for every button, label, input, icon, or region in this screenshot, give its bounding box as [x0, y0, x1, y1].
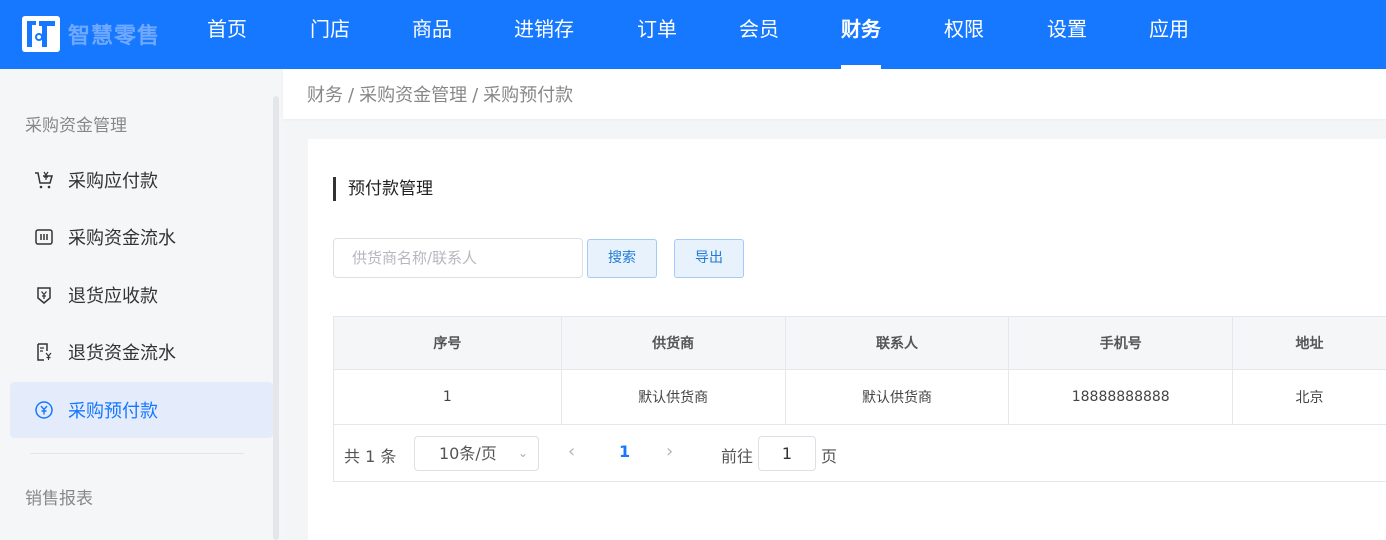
- sidebar-group-title-sales-reports[interactable]: 销售报表: [25, 484, 93, 509]
- goto-label: 前往: [721, 447, 754, 466]
- top-navigation-bar: 智慧零售 首页 门店 商品 进销存 订单 会员 财务 权限 设置 应用: [0, 0, 1386, 69]
- nav-item-finance[interactable]: 财务: [838, 0, 884, 69]
- breadcrumb-item-finance[interactable]: 财务: [307, 85, 343, 106]
- sidebar: 采购资金管理 采购应付款 采购资金流水 退货应收款 退货资金流水 采购预付款 销…: [0, 69, 283, 540]
- breadcrumb-bar: 财务 / 采购资金管理 / 采购预付款: [283, 69, 1386, 119]
- table-header-row: 序号 供货商 联系人 手机号 地址: [334, 317, 1386, 370]
- nav-item-permissions[interactable]: 权限: [941, 0, 987, 69]
- pagination-total: 共 1 条: [344, 447, 397, 466]
- pagination: 共 1 条 10条/页 ⌄ ‹ 1 › 前往 1 页: [333, 425, 1386, 482]
- sidebar-item-label: 退货应收款: [68, 286, 158, 307]
- chevron-right-icon[interactable]: ›: [666, 441, 673, 462]
- breadcrumb: 财务 / 采购资金管理 / 采购预付款: [307, 81, 573, 107]
- sidebar-item-purchase-fund-flow[interactable]: 采购资金流水: [10, 209, 273, 265]
- nav-item-settings[interactable]: 设置: [1044, 0, 1090, 69]
- nav-item-store[interactable]: 门店: [307, 0, 353, 69]
- sidebar-item-return-fund-flow[interactable]: 退货资金流水: [10, 324, 273, 380]
- section-title: 预付款管理: [333, 177, 433, 201]
- cell-phone: 18888888888: [1009, 370, 1234, 424]
- yen-shield-icon: [37, 287, 51, 304]
- chevron-left-icon[interactable]: ‹: [568, 441, 575, 462]
- supplier-search-input[interactable]: [333, 238, 583, 278]
- search-button[interactable]: 搜索: [587, 239, 657, 278]
- breadcrumb-separator: /: [472, 85, 479, 106]
- table-row[interactable]: 1 默认供货商 默认供货商 18888888888 北京: [334, 370, 1386, 425]
- yen-circle-icon: [35, 401, 53, 419]
- prepayment-table: 序号 供货商 联系人 手机号 地址 1 默认供货商 默认供货商 18888888…: [333, 316, 1386, 425]
- cart-icon: [35, 171, 53, 189]
- sidebar-item-label: 退货资金流水: [68, 343, 176, 364]
- ledger-icon: [35, 229, 53, 245]
- sidebar-item-purchase-payables[interactable]: 采购应付款: [10, 152, 273, 208]
- column-header-index: 序号: [334, 317, 562, 369]
- export-button[interactable]: 导出: [674, 239, 744, 278]
- sidebar-group-title-purchase-funds: 采购资金管理: [25, 116, 127, 136]
- sidebar-item-return-receivables[interactable]: 退货应收款: [10, 267, 273, 323]
- page-size-value: 10条/页: [439, 444, 497, 463]
- nav-item-orders[interactable]: 订单: [634, 0, 680, 69]
- logo-mark-icon: [22, 16, 60, 52]
- sidebar-scrollbar[interactable]: [273, 96, 279, 540]
- sidebar-divider: [30, 453, 244, 454]
- column-header-phone: 手机号: [1009, 317, 1234, 369]
- sidebar-item-label: 采购资金流水: [68, 228, 176, 249]
- logo-text: 智慧零售: [68, 23, 161, 49]
- column-header-supplier: 供货商: [562, 317, 786, 369]
- breadcrumb-item-prepayment: 采购预付款: [483, 85, 574, 106]
- sidebar-item-label: 采购应付款: [68, 171, 158, 192]
- breadcrumb-item-purchase-funds[interactable]: 采购资金管理: [359, 85, 467, 106]
- pagination-page-1[interactable]: 1: [619, 442, 630, 461]
- nav-item-members[interactable]: 会员: [736, 0, 782, 69]
- goto-page-input[interactable]: 1: [758, 436, 816, 471]
- cell-supplier: 默认供货商: [562, 370, 786, 424]
- chevron-down-icon: ⌄: [517, 446, 528, 460]
- page-suffix: 页: [821, 447, 838, 466]
- receipt-yen-icon: [37, 343, 52, 361]
- nav-item-goods[interactable]: 商品: [409, 0, 455, 69]
- sidebar-item-label: 采购预付款: [68, 401, 158, 422]
- cell-index: 1: [334, 370, 562, 424]
- nav-item-home[interactable]: 首页: [204, 0, 250, 69]
- column-header-address: 地址: [1295, 336, 1324, 352]
- nav-item-inventory[interactable]: 进销存: [511, 0, 577, 69]
- cell-contact: 默认供货商: [786, 370, 1010, 424]
- column-header-contact: 联系人: [786, 317, 1010, 369]
- page-size-select[interactable]: 10条/页 ⌄: [414, 436, 539, 471]
- app-logo[interactable]: 智慧零售: [20, 13, 160, 55]
- nav-item-finance-label: 财务: [841, 17, 881, 41]
- sidebar-item-purchase-prepayment[interactable]: 采购预付款: [10, 382, 273, 438]
- nav-item-apps[interactable]: 应用: [1146, 0, 1192, 69]
- breadcrumb-separator: /: [348, 85, 355, 106]
- main-content-card: 预付款管理 搜索 导出 序号 供货商 联系人 手机号 地址 1 默认供货商 默认…: [308, 139, 1386, 540]
- cell-address: 北京: [1295, 390, 1324, 406]
